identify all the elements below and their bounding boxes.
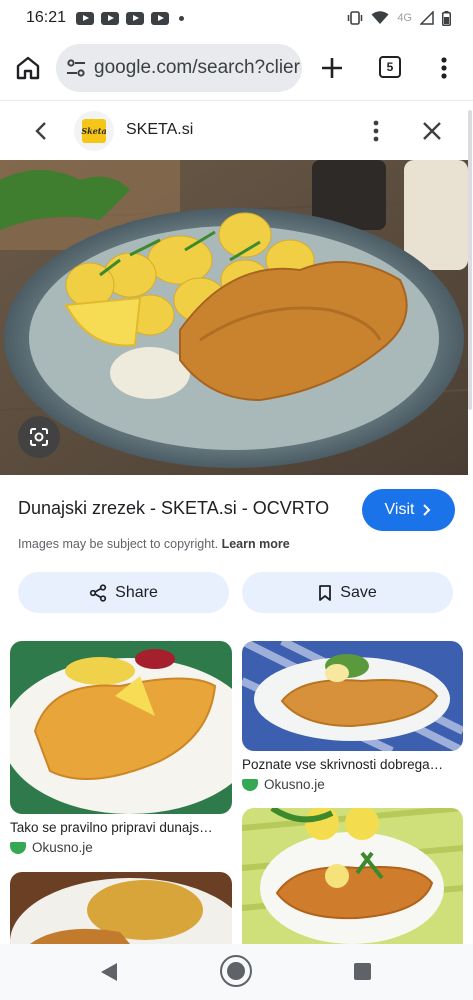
site-settings-icon[interactable] — [64, 56, 88, 80]
site-logo: Sketa — [74, 111, 114, 151]
nav-home-icon — [227, 962, 245, 980]
learn-more-link[interactable]: Learn more — [222, 537, 290, 551]
youtube-icon — [76, 11, 95, 25]
youtube-icon — [151, 11, 170, 25]
save-button[interactable]: Save — [242, 572, 453, 613]
visit-button[interactable]: Visit — [362, 489, 455, 531]
site-name: SKETA.si — [126, 121, 194, 138]
address-bar[interactable]: google.com/search?clier — [56, 44, 302, 92]
battery-icon — [442, 10, 451, 26]
scrollbar[interactable] — [468, 110, 472, 410]
result-header: Sketa SKETA.si — [0, 100, 473, 160]
okusno-logo-icon — [242, 778, 258, 791]
youtube-icon — [101, 11, 120, 25]
share-button[interactable]: Share — [18, 572, 229, 613]
wifi-icon — [371, 11, 389, 24]
related-thumbnail[interactable] — [10, 872, 232, 944]
related-result-card[interactable]: Poznate vse skrivnosti dobrega… Okusno.j… — [242, 641, 463, 792]
related-source: Okusno.je — [242, 777, 463, 792]
vibrate-icon — [348, 11, 363, 25]
main-result-image[interactable] — [0, 160, 468, 475]
tab-switcher-button[interactable]: 5 — [379, 56, 401, 78]
sketa-logo: Sketa — [81, 119, 107, 143]
close-icon[interactable] — [420, 119, 444, 143]
new-tab-icon[interactable] — [318, 54, 346, 82]
related-thumbnail[interactable] — [242, 641, 463, 751]
copyright-text: Images may be subject to copyright. — [18, 537, 219, 551]
home-icon[interactable] — [14, 54, 42, 82]
status-time: 16:21 — [26, 9, 67, 26]
status-bar: 16:21 4G — [0, 0, 473, 36]
lens-search-button[interactable] — [18, 416, 60, 458]
share-icon — [89, 583, 107, 602]
related-thumbnail[interactable] — [242, 808, 463, 944]
youtube-icon — [126, 11, 145, 25]
related-result-card[interactable]: Tako se pravilno pripravi dunajs… Okusno… — [10, 641, 232, 855]
related-result-card[interactable] — [10, 872, 232, 944]
more-notifications-icon — [179, 15, 185, 21]
related-source-name: Okusno.je — [264, 777, 325, 792]
browser-toolbar: google.com/search?clier 5 — [0, 40, 473, 98]
nav-home-button[interactable] — [220, 955, 252, 987]
result-title[interactable]: Dunajski zrezek - SKETA.si - OCVRTO — [18, 498, 329, 519]
back-icon[interactable] — [30, 119, 52, 143]
system-nav-bar — [0, 944, 473, 1000]
lens-icon — [30, 428, 48, 446]
status-icons: 4G — [347, 10, 451, 26]
bookmark-icon — [319, 584, 332, 601]
more-vert-icon[interactable] — [434, 54, 454, 82]
related-thumbnail[interactable] — [10, 641, 232, 814]
copyright-notice: Images may be subject to copyright. Lear… — [18, 537, 290, 551]
save-label: Save — [340, 583, 377, 601]
okusno-logo-icon — [10, 841, 26, 854]
related-result-card[interactable] — [242, 808, 463, 944]
url-text[interactable]: google.com/search?clier — [94, 57, 300, 79]
nav-back-icon[interactable] — [100, 962, 118, 982]
related-source: Okusno.je — [10, 840, 232, 855]
share-label: Share — [115, 583, 158, 601]
visit-label: Visit — [384, 501, 415, 518]
nav-recents-icon[interactable] — [354, 963, 371, 980]
more-vert-icon[interactable] — [366, 118, 386, 144]
related-caption[interactable]: Poznate vse skrivnosti dobrega… — [242, 757, 463, 772]
related-caption[interactable]: Tako se pravilno pripravi dunajs… — [10, 820, 232, 835]
chevron-right-icon — [423, 504, 431, 516]
signal-icon — [420, 11, 434, 25]
related-source-name: Okusno.je — [32, 840, 93, 855]
network-type-label: 4G — [397, 12, 412, 24]
